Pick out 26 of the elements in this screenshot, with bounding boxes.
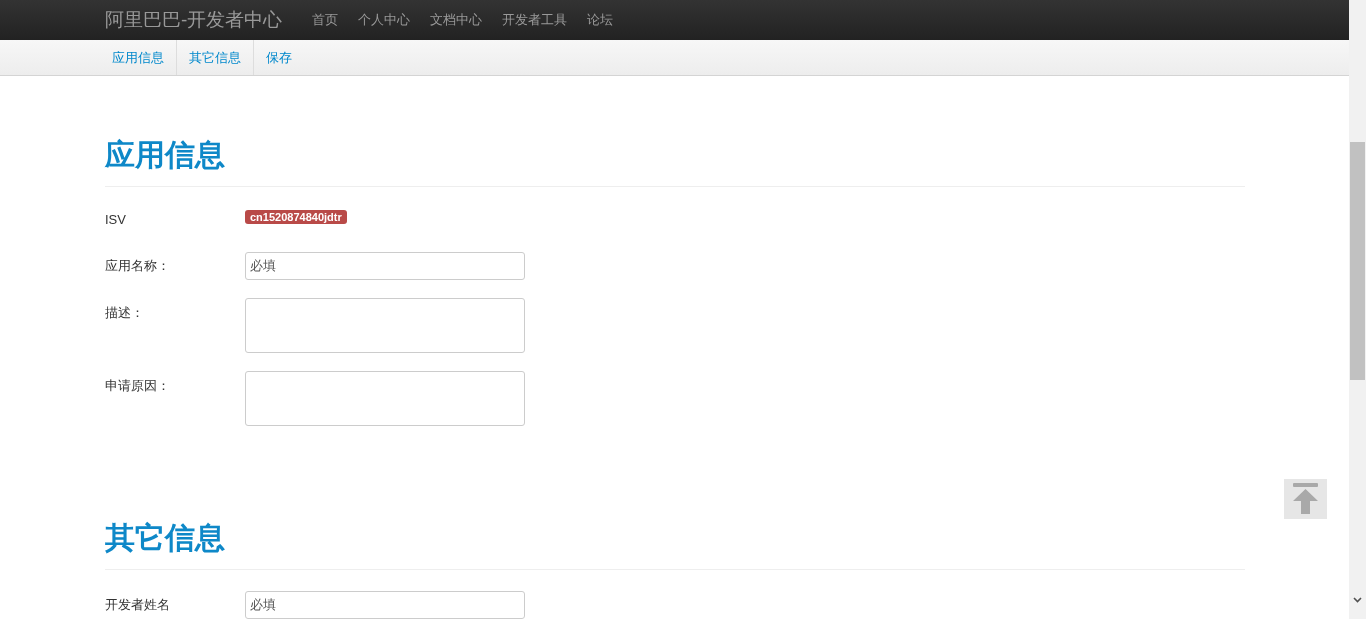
field-label: ISV: [105, 211, 127, 229]
section-heading: 其它信息: [105, 517, 1245, 570]
nav-link[interactable]: 首页: [312, 10, 339, 30]
subnav-link[interactable]: 应用信息: [100, 40, 176, 75]
field-label: 开发者姓名: [105, 596, 171, 614]
subnav-link[interactable]: 保存: [253, 40, 304, 75]
scrollbar-thumb[interactable]: [1350, 142, 1365, 380]
nav-link[interactable]: 开发者工具: [502, 10, 568, 30]
arrow-up-icon: [1292, 483, 1319, 515]
section-heading: 应用信息: [105, 134, 1245, 187]
input-field[interactable]: 必填: [245, 252, 525, 280]
input-field[interactable]: 必填: [245, 591, 525, 619]
nav-link[interactable]: 文档中心: [430, 10, 483, 30]
nav-link[interactable]: 论坛: [587, 10, 614, 30]
subnav-link[interactable]: 其它信息: [176, 40, 253, 75]
field-label: 描述：: [105, 304, 145, 322]
field-label: 申请原因：: [105, 377, 171, 395]
brand-title[interactable]: 阿里巴巴-开发者中心: [105, 5, 283, 35]
text-area[interactable]: [245, 371, 525, 426]
scrollbar[interactable]: [1349, 0, 1366, 619]
text-area[interactable]: [245, 298, 525, 353]
scroll-down-icon[interactable]: [1353, 597, 1362, 603]
field-label: 应用名称：: [105, 257, 171, 275]
back-to-top-button[interactable]: [1284, 479, 1327, 519]
isv-badge: cn1520874840jdtr: [245, 210, 347, 224]
nav-link[interactable]: 个人中心: [358, 10, 411, 30]
